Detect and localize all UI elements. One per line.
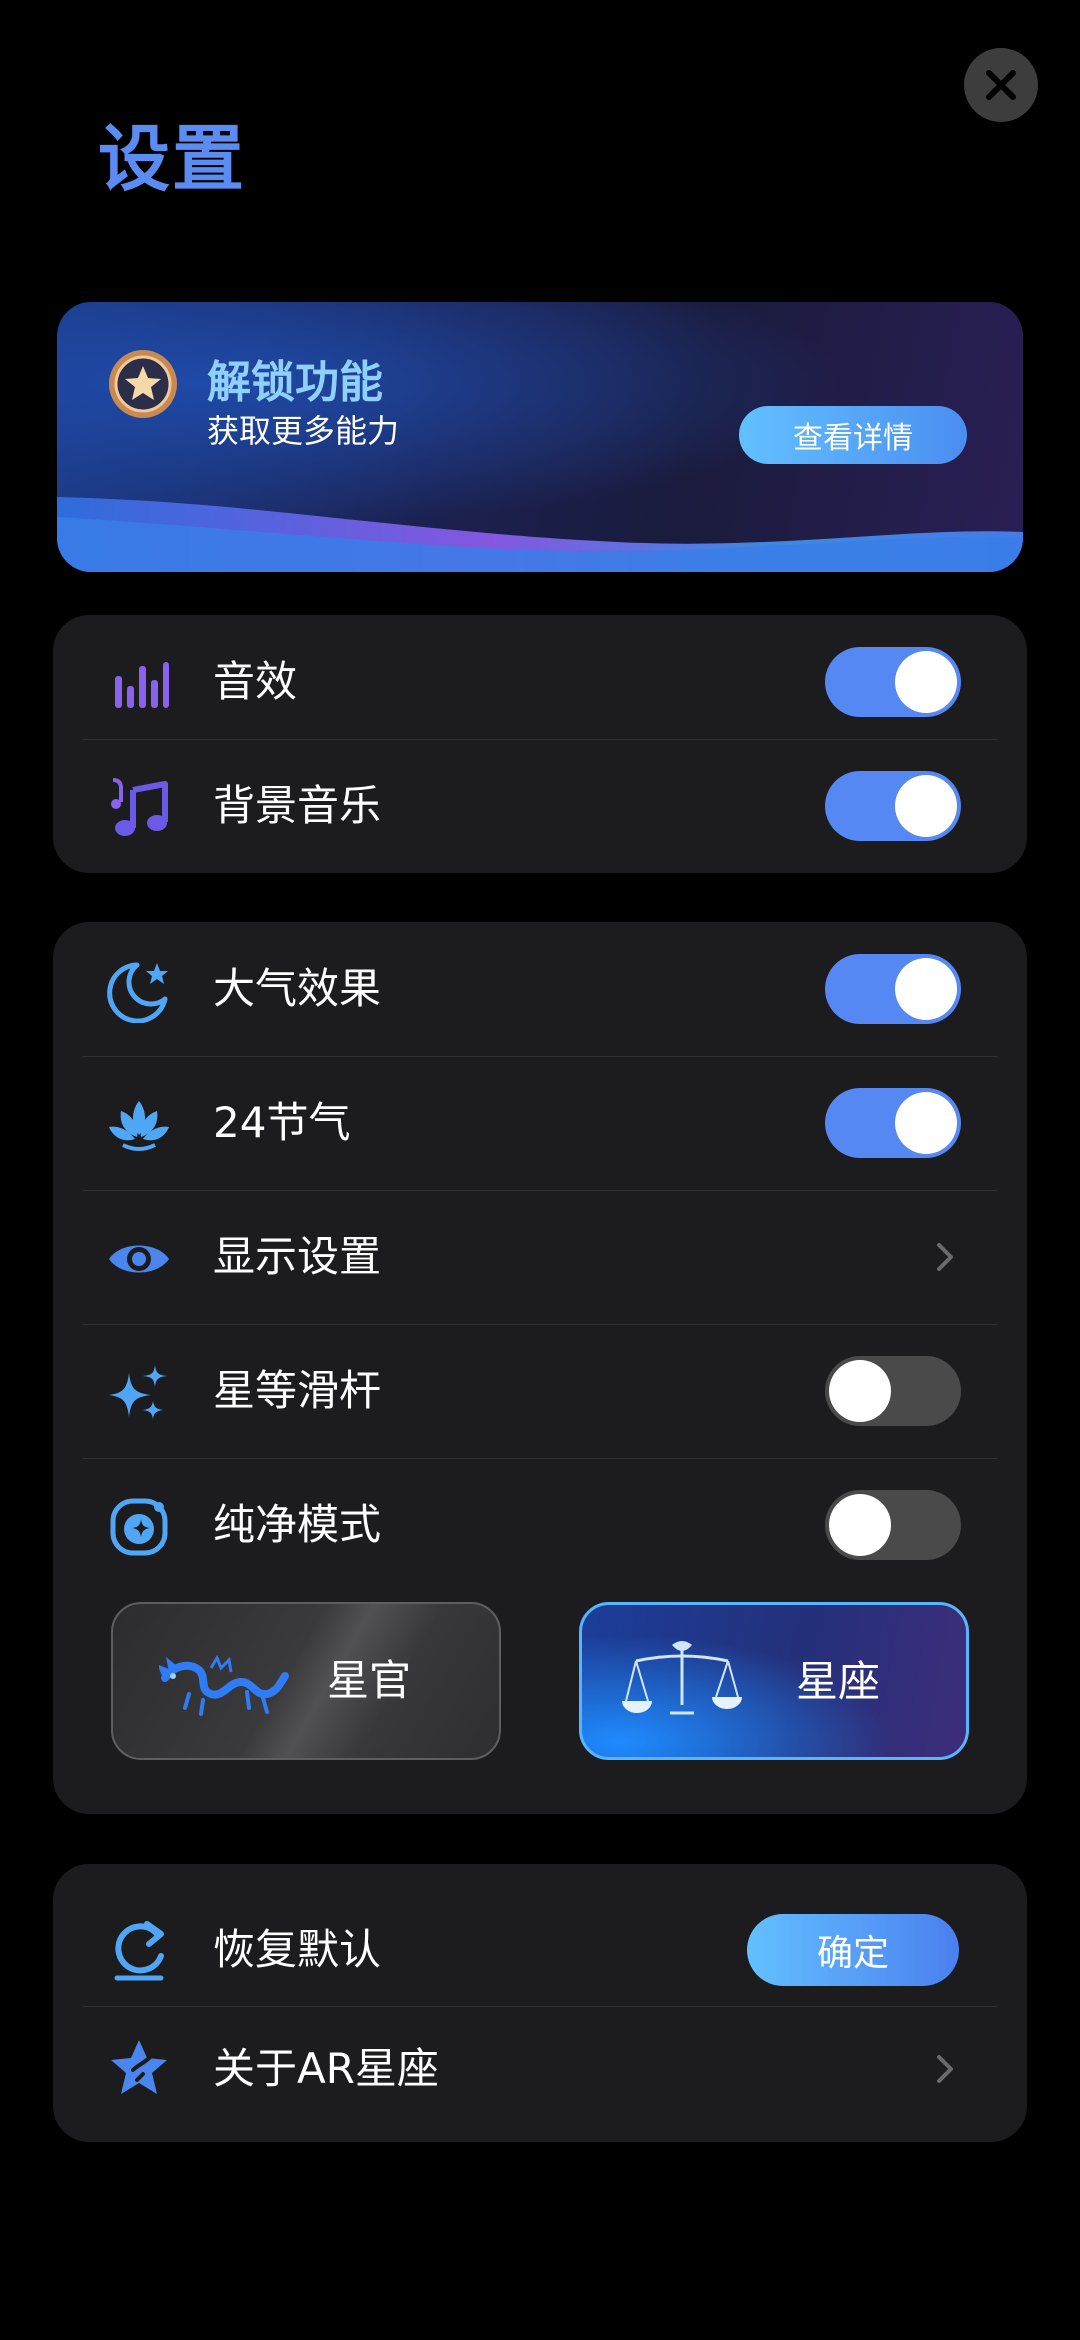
about-label: 关于AR星座 <box>213 2044 439 2093</box>
toggle-knob <box>895 958 957 1020</box>
close-button[interactable] <box>964 48 1038 122</box>
view-details-button[interactable]: 查看详情 <box>739 406 967 464</box>
restore-defaults-label: 恢复默认 <box>213 1925 382 1974</box>
atmosphere-label: 大气效果 <box>213 964 382 1013</box>
sound-effects-toggle[interactable] <box>825 647 961 717</box>
pure-mode-label: 纯净模式 <box>213 1500 382 1549</box>
planet-icon <box>110 1498 168 1556</box>
refresh-icon <box>114 1921 164 1981</box>
mode-constellation-button[interactable]: 星座 <box>579 1602 969 1760</box>
equalizer-icon <box>115 662 169 708</box>
audio-settings-card: 音效 背景音乐 <box>53 615 1027 873</box>
toggle-knob <box>829 1360 891 1422</box>
toggle-knob <box>895 775 957 837</box>
lotus-icon <box>109 1101 169 1151</box>
background-music-toggle[interactable] <box>825 771 961 841</box>
display-settings-label: 显示设置 <box>213 1232 382 1281</box>
row-atmosphere: 大气效果 <box>53 922 1027 1056</box>
row-sound-effects: 音效 <box>53 615 1027 749</box>
unlock-banner[interactable]: 解锁功能 获取更多能力 查看详情 <box>57 302 1023 572</box>
solar-terms-toggle[interactable] <box>825 1088 961 1158</box>
magnitude-slider-label: 星等滑杆 <box>213 1366 382 1415</box>
solar-terms-label: 24节气 <box>213 1098 351 1147</box>
sound-effects-label: 音效 <box>213 657 298 706</box>
moon-star-icon <box>107 962 168 1023</box>
sparkle-icon <box>109 1365 167 1419</box>
banner-subtitle: 获取更多能力 <box>207 412 400 450</box>
libra-icon <box>622 1641 742 1715</box>
star-medal-icon <box>109 350 177 418</box>
eye-icon <box>109 1245 169 1273</box>
mode-asterism-button[interactable]: 星官 <box>111 1602 501 1760</box>
chevron-right-icon <box>937 1243 953 1271</box>
row-display-settings[interactable]: 显示设置 <box>53 1190 1027 1324</box>
wave-decoration <box>57 497 1023 572</box>
background-music-label: 背景音乐 <box>213 781 382 830</box>
star-badge-icon <box>111 2040 167 2094</box>
display-settings-card: 大气效果 24节气 显示设置 星等滑杆 纯净模式 星官 星座 <box>53 922 1027 1814</box>
atmosphere-toggle[interactable] <box>825 954 961 1024</box>
magnitude-slider-toggle[interactable] <box>825 1356 961 1426</box>
row-restore-defaults: 恢复默认 确定 <box>53 1876 1027 2024</box>
music-note-icon <box>111 778 168 836</box>
banner-title: 解锁功能 <box>207 357 383 408</box>
toggle-knob <box>829 1494 891 1556</box>
toggle-knob <box>895 1092 957 1154</box>
mode-constellation-label: 星座 <box>796 1657 881 1706</box>
row-pure-mode: 纯净模式 <box>53 1458 1027 1592</box>
row-about[interactable]: 关于AR星座 <box>53 2006 1027 2132</box>
row-magnitude-slider: 星等滑杆 <box>53 1324 1027 1458</box>
close-icon <box>986 70 1016 100</box>
confirm-button[interactable]: 确定 <box>747 1914 959 1986</box>
row-solar-terms: 24节气 <box>53 1056 1027 1190</box>
misc-settings-card: 恢复默认 确定 关于AR星座 <box>53 1864 1027 2142</box>
mode-asterism-label: 星官 <box>327 1656 412 1705</box>
pure-mode-toggle[interactable] <box>825 1490 961 1560</box>
dragon-icon <box>159 1654 289 1716</box>
page-title: 设置 <box>98 117 247 201</box>
row-background-music: 背景音乐 <box>53 739 1027 873</box>
chevron-right-icon <box>937 2055 953 2083</box>
toggle-knob <box>895 651 957 713</box>
